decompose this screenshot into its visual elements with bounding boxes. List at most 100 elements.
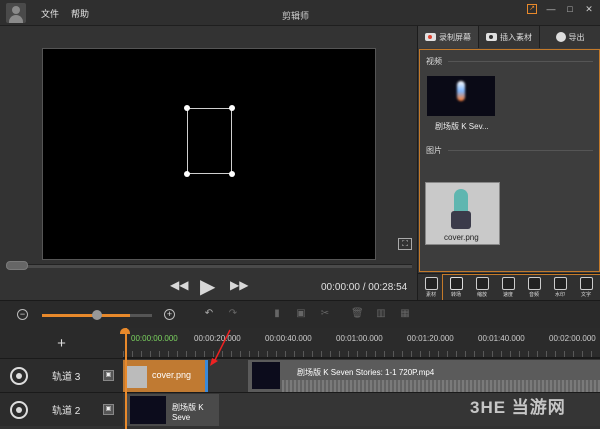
maximize-button[interactable]: □ [565,4,575,14]
menu-file[interactable]: 文件 [41,7,59,20]
ruler-ticks [123,351,600,357]
time-ruler[interactable]: 00:00:00.000 00:00:20.000 00:00:40.000 0… [123,328,600,358]
resize-handle[interactable] [229,171,235,177]
level-icon[interactable]: ▦ [399,308,411,319]
ruler-label: 00:00:00.000 [131,334,178,343]
resize-handle[interactable] [184,105,190,111]
tool-transition[interactable]: 转场 [445,277,467,300]
section-image-label: 图片 [426,146,442,155]
minimize-button[interactable]: — [546,4,556,14]
media-panel: 录制屏幕 插入素材 导出 视频 剧场版 K Sev... 图片 cover.pn… [417,26,600,301]
playhead[interactable] [125,328,127,429]
popout-icon[interactable]: ↗ [527,4,537,14]
tab-label: 录制屏幕 [439,32,471,42]
video-item-name: 剧场版 K Sev... [435,122,489,131]
preview-screen[interactable] [42,48,376,260]
tab-label: 插入素材 [500,32,532,42]
menu-help[interactable]: 帮助 [71,7,89,20]
clip-label: cover.png [152,370,192,380]
close-button[interactable]: ✕ [584,4,594,14]
selection-box[interactable] [187,108,232,174]
reel-icon [555,32,566,42]
timecode: 00:00:00 / 00:28:54 [321,282,408,293]
fullscreen-icon[interactable]: ⛶ [398,238,412,250]
film-reel-icon [10,366,28,385]
avatar[interactable] [6,3,26,23]
tool-label: 文字 [580,292,591,298]
play-button[interactable]: ▶ [200,274,215,299]
tool-label: 速度 [502,292,513,298]
level-icon[interactable]: ▥ [375,308,387,319]
section-video-label: 视频 [426,57,442,66]
clip-thumbnail [130,396,166,424]
tool-text[interactable]: 文字 [575,277,597,300]
track-label: 轨道 2 [52,406,81,417]
tool-strip: 素材 转场 缩放 速度 音频 水印 文字 [418,273,600,301]
track-lane[interactable]: cover.png 剧场版 K Seven Stories: 1-1 720P.… [123,358,600,392]
rewind-button[interactable]: ◀◀ [170,278,188,292]
clip-label: 剧场版 K Seven Stories: 1-1 720P.mp4 [297,368,435,377]
image-preview [451,211,471,229]
lock-icon[interactable]: ▣ [103,370,114,381]
delete-icon[interactable]: 🗑 [351,308,364,319]
zoom-slider-knob[interactable] [92,310,102,320]
ruler-label: 00:01:20.000 [407,334,454,343]
watermark-icon [553,277,567,290]
tool-speed[interactable]: 速度 [497,277,519,300]
tab-label: 导出 [568,32,585,42]
clip-thumbnail [127,366,147,388]
video-clip[interactable]: 剧场版 K Seve [127,394,219,426]
tool-zoom[interactable]: 缩放 [471,277,493,300]
split-icon[interactable]: ▮ [271,308,283,319]
tool-label: 音频 [528,292,539,298]
tool-label: 转场 [450,292,461,298]
playhead-handle[interactable] [120,328,130,334]
tab-export[interactable]: 导出 [540,26,600,48]
track-header[interactable]: 轨道 3 ▣ [0,358,123,392]
tool-watermark[interactable]: 水印 [549,277,571,300]
title-bar: 文件 帮助 剪辑师 ↗ — □ ✕ [0,0,600,26]
cut-icon[interactable]: ✂ [319,308,331,319]
tab-insert-media[interactable]: 插入素材 [479,26,540,48]
window-controls: ↗ — □ ✕ [527,4,594,14]
image-thumbnail[interactable]: cover.png [425,182,500,245]
tool-label: 缩放 [476,292,487,298]
film-reel-icon [10,400,28,419]
crop-icon[interactable]: ▣ [295,308,307,319]
video-thumbnail[interactable] [427,76,495,116]
tool-label: 素材 [425,292,436,298]
ruler-label: 00:00:40.000 [265,334,312,343]
zoom-icon [475,277,489,290]
zoom-slider-fill [42,314,130,317]
speed-icon [501,277,515,290]
app-title: 剪辑师 [282,11,310,21]
playback-progress-knob[interactable] [6,261,28,270]
audio-icon [527,277,541,290]
resize-handle[interactable] [229,105,235,111]
image-clip[interactable]: cover.png [123,360,207,392]
lock-icon[interactable]: ▣ [103,404,114,415]
tab-record-screen[interactable]: 录制屏幕 [418,26,479,48]
track-header[interactable]: 轨道 2 ▣ [0,392,123,426]
folder-icon [424,277,438,290]
add-track-button[interactable]: + [0,328,123,358]
resize-handle[interactable] [184,171,190,177]
audio-waveform [282,380,600,392]
zoom-out-icon[interactable]: − [17,309,28,320]
redo-icon[interactable]: ↷ [227,308,239,319]
tool-audio[interactable]: 音频 [523,277,545,300]
zoom-in-icon[interactable]: + [164,309,175,320]
media-library: 视频 剧场版 K Sev... 图片 cover.png [419,49,600,272]
tool-media[interactable]: 素材 [420,277,442,300]
annotation-arrow [210,329,231,366]
video-clip[interactable]: 剧场版 K Seven Stories: 1-1 720P.mp4 [248,360,600,392]
forward-button[interactable]: ▶▶ [230,278,248,292]
edit-tools: ↶ ↷ ▮ ▣ ✂ 🗑 ▥ ▦ [203,308,411,319]
playback-progress-track[interactable] [6,264,412,268]
divider [448,61,593,62]
camera-icon [486,33,497,41]
clip-label: 剧场版 K Seve [172,403,204,422]
undo-icon[interactable]: ↶ [203,308,215,319]
site-watermark: 3HE 当游网 [470,398,566,417]
record-icon [425,33,436,41]
